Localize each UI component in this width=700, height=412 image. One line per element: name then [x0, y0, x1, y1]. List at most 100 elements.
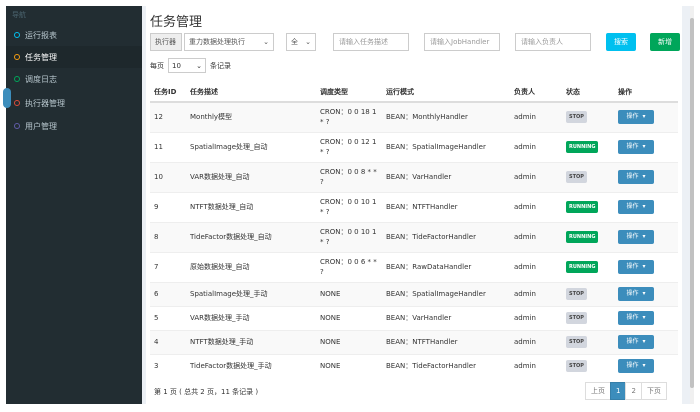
cell-sched: CRON：0 0 18 1 * ?	[316, 101, 382, 132]
cell-id: 5	[150, 305, 186, 330]
cell-desc: Monthly模型	[186, 101, 316, 132]
op-label: 操作	[626, 173, 639, 180]
cell-id: 8	[150, 221, 186, 252]
cell-status: STOP	[562, 305, 614, 330]
add-button[interactable]: 新增	[650, 33, 680, 51]
cell-desc: VAR数据处理_手动	[186, 305, 316, 330]
search-button[interactable]: 搜索	[606, 33, 636, 51]
page-2-button[interactable]: 2	[625, 382, 642, 400]
scrollbar[interactable]	[690, 6, 694, 404]
sidebar-toggle-handle[interactable]	[3, 88, 11, 108]
caret-down-icon: ▾	[642, 338, 646, 345]
row-op-button[interactable]: 操作 ▾	[618, 260, 654, 274]
cell-op: 操作 ▾	[614, 251, 678, 282]
cell-status: RUNNING	[562, 251, 614, 282]
cell-desc: 原始数据处理_自动	[186, 251, 316, 282]
sidebar-item-report[interactable]: 运行报表	[6, 24, 142, 46]
cell-op: 操作 ▾	[614, 281, 678, 306]
cell-id: 6	[150, 281, 186, 306]
col-sched[interactable]: 调度类型	[316, 82, 382, 103]
cell-author: admin	[510, 221, 562, 252]
col-status[interactable]: 状态	[562, 82, 614, 103]
row-op-button[interactable]: 操作 ▾	[618, 311, 654, 325]
col-op: 操作	[614, 82, 678, 103]
circle-icon	[14, 123, 20, 129]
cell-id: 9	[150, 191, 186, 222]
cell-sched: NONE	[316, 305, 382, 330]
table-row: 5 VAR数据处理_手动 NONE BEAN：VarHandler admin STOP 操…	[150, 305, 678, 330]
row-op-button[interactable]: 操作 ▾	[618, 110, 654, 125]
cell-desc: NTFT数据处理_手动	[186, 329, 316, 354]
op-label: 操作	[626, 113, 639, 121]
caret-down-icon: ▾	[642, 362, 646, 370]
table-row: 8 TideFactor数据处理_自动 CRON：0 0 10 1 * ? BEAN：…	[150, 221, 678, 252]
caret-down-icon: ▾	[642, 113, 646, 121]
desc-input[interactable]: 请输入任务描述	[333, 33, 409, 51]
page-1-button[interactable]: 1	[610, 382, 627, 400]
cell-mode: BEAN：VarHandler	[382, 161, 510, 192]
cell-desc: SpatialImage处理_手动	[186, 281, 316, 306]
row-op-button[interactable]: 操作 ▾	[618, 200, 654, 214]
cell-sched: NONE	[316, 281, 382, 306]
row-op-button[interactable]: 操作 ▾	[618, 359, 654, 374]
row-op-button[interactable]: 操作 ▾	[618, 335, 654, 349]
table-row: 3 TideFactor数据处理_手动 NONE BEAN：TideFactorHan…	[150, 353, 678, 378]
cell-status: STOP	[562, 281, 614, 306]
cell-author: admin	[510, 101, 562, 132]
cell-status: RUNNING	[562, 191, 614, 222]
status-badge: STOP	[566, 336, 587, 348]
row-op-button[interactable]: 操作 ▾	[618, 287, 654, 301]
circle-icon	[14, 100, 20, 106]
next-page-button[interactable]: 下页	[640, 382, 667, 400]
cell-author: admin	[510, 131, 562, 162]
op-label: 操作	[626, 338, 639, 345]
cell-author: admin	[510, 305, 562, 330]
cell-op: 操作 ▾	[614, 305, 678, 330]
handler-input[interactable]: 请输入JobHandler	[424, 33, 500, 51]
row-op-button[interactable]: 操作 ▾	[618, 230, 654, 244]
col-desc[interactable]: 任务描述	[186, 82, 316, 103]
cell-sched: CRON：0 0 12 1 * ?	[316, 131, 382, 162]
cell-op: 操作 ▾	[614, 161, 678, 192]
main-area: 任务管理 执行器 重力数据处理执行 ⌄ 全 ⌄ 请输入任务描述 请输入JobHa…	[142, 6, 690, 404]
scroll-thumb[interactable]	[690, 18, 694, 388]
row-op-button[interactable]: 操作 ▾	[618, 140, 654, 154]
row-op-button[interactable]: 操作 ▾	[618, 170, 654, 184]
sidebar-item-executors[interactable]: 执行器管理	[6, 92, 142, 114]
cell-author: admin	[510, 161, 562, 192]
sidebar-item-users[interactable]: 用户管理	[6, 115, 142, 137]
cell-sched: NONE	[316, 329, 382, 354]
pagination: 上页 1 2 下页	[585, 382, 667, 400]
cell-id: 11	[150, 131, 186, 162]
cell-mode: BEAN：NTFTHandler	[382, 329, 510, 354]
col-id[interactable]: 任务ID	[150, 82, 186, 103]
cell-mode: BEAN：TideFactorHandler	[382, 221, 510, 252]
prev-page-button[interactable]: 上页	[585, 382, 611, 400]
caret-down-icon: ▾	[642, 173, 646, 180]
status-badge: RUNNING	[566, 201, 599, 213]
table-row: 6 SpatialImage处理_手动 NONE BEAN：SpatialImageH…	[150, 281, 678, 306]
table-header-row: 任务ID 任务描述 调度类型 运行模式 负责人 状态 操作	[150, 82, 678, 103]
op-label: 操作	[626, 290, 639, 297]
cell-id: 12	[150, 101, 186, 132]
sidebar-item-label: 执行器管理	[25, 98, 65, 108]
status-select[interactable]: 全 ⌄	[286, 33, 316, 51]
op-label: 操作	[626, 233, 639, 240]
executor-label: 执行器	[150, 33, 182, 51]
sidebar-item-jobs[interactable]: 任务管理	[6, 46, 142, 68]
col-author[interactable]: 负责人	[510, 82, 562, 103]
circle-icon	[14, 32, 20, 38]
author-input[interactable]: 请输入负责人	[515, 33, 591, 51]
caret-down-icon: ▾	[642, 233, 646, 240]
table-row: 4 NTFT数据处理_手动 NONE BEAN：NTFTHandler admin STO…	[150, 329, 678, 354]
table-row: 12 Monthly模型 CRON：0 0 18 1 * ? BEAN：Monthly…	[150, 101, 678, 132]
executor-select[interactable]: 重力数据处理执行 ⌄	[184, 33, 274, 51]
col-mode[interactable]: 运行模式	[382, 82, 510, 103]
cell-desc: NTFT数据处理_自动	[186, 191, 316, 222]
chevron-down-icon: ⌄	[305, 38, 311, 46]
status-badge: STOP	[566, 360, 587, 373]
caret-down-icon: ▾	[642, 314, 646, 321]
sidebar-item-logs[interactable]: 调度日志	[6, 68, 142, 90]
sidebar-item-label: 调度日志	[25, 74, 57, 84]
page-length-select[interactable]: 10 ⌄	[168, 58, 206, 73]
